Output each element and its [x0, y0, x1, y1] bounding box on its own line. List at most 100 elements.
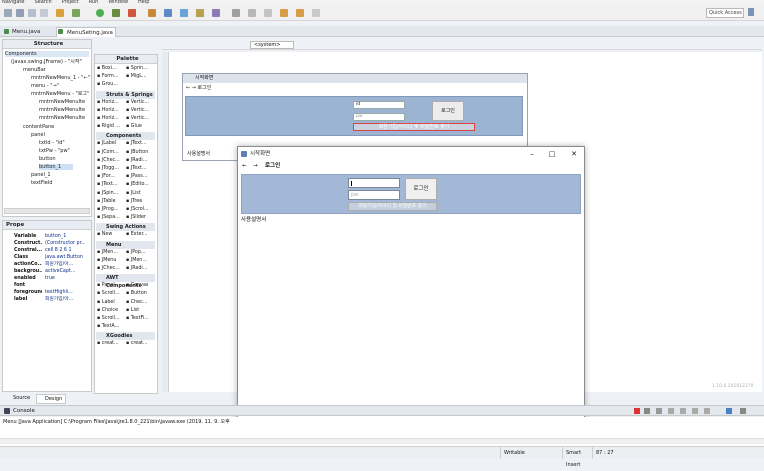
open-type-icon[interactable]: [196, 9, 204, 17]
maximize-button[interactable]: □: [544, 148, 560, 160]
tab-menu-java[interactable]: Menu.java: [2, 27, 54, 37]
prop-row[interactable]: actionCo... 회원가입/아...: [5, 261, 91, 268]
palette-item[interactable]: ▪ creat...: [97, 341, 119, 347]
new-package-icon[interactable]: [164, 9, 172, 17]
tree-contentpane[interactable]: contentPane: [23, 124, 54, 130]
palette-item[interactable]: ▪ JScrol...: [126, 207, 149, 213]
tab-menuseting-java[interactable]: MenuSeting.java: [56, 27, 116, 37]
palette-item[interactable]: ▪ Canvas: [126, 283, 148, 289]
tree-txtid[interactable]: txtId - "id": [39, 140, 65, 146]
menu-login-item[interactable]: 로그인: [265, 161, 280, 172]
minimize-button[interactable]: –: [524, 148, 540, 160]
palette-item[interactable]: ▪ MigL...: [126, 74, 147, 80]
clear-console-icon[interactable]: [656, 408, 662, 414]
designer-form-menubar[interactable]: ← → 로그인: [186, 84, 211, 91]
back-icon[interactable]: [280, 9, 288, 17]
app-id-field[interactable]: [348, 178, 400, 188]
palette-item[interactable]: ▪ JRadi...: [126, 266, 147, 272]
palette-item[interactable]: ▪ creat...: [126, 341, 148, 347]
menu-forward-item[interactable]: →: [253, 161, 258, 172]
pin-icon[interactable]: [312, 9, 320, 17]
palette-item[interactable]: ▪ Choice: [97, 308, 118, 314]
prop-row[interactable]: enabled true: [5, 275, 91, 282]
palette-item[interactable]: ▪ Glue: [126, 124, 142, 130]
palette-item[interactable]: ▪ Horiz...: [97, 100, 119, 106]
annotation-icon[interactable]: [232, 9, 240, 17]
tree-button[interactable]: button: [39, 156, 56, 162]
palette-item[interactable]: ▪ Panel: [97, 283, 115, 289]
tree-mntmnewmenu-1[interactable]: mntmNewMenu_1 - "←": [31, 75, 90, 81]
run-icon[interactable]: [96, 9, 104, 17]
open-console-icon[interactable]: [726, 408, 732, 414]
prop-row[interactable]: Constrai... cell 8 2 6 1: [5, 247, 91, 254]
tab-design[interactable]: Design: [36, 394, 66, 404]
palette-item[interactable]: ▪ Vertic...: [126, 100, 149, 106]
app-text-area[interactable]: 사용설명서: [241, 216, 581, 431]
tree-textfield[interactable]: textField: [31, 180, 52, 186]
tree-jframe[interactable]: (javax.swing.JFrame) - "시작": [11, 59, 82, 65]
display-console-icon[interactable]: [704, 408, 710, 414]
palette-item[interactable]: ▪ JButton: [126, 150, 148, 156]
tree-menu[interactable]: menu - "→": [31, 83, 59, 89]
palette-item[interactable]: ▪ Form...: [97, 74, 118, 80]
save-all-icon[interactable]: [28, 9, 36, 17]
tree-panel-1[interactable]: panel_1: [31, 172, 51, 178]
palette-item[interactable]: ▪ Vertic...: [126, 108, 149, 114]
save-icon[interactable]: [16, 9, 24, 17]
search-icon[interactable]: [212, 9, 220, 17]
palette-item[interactable]: ▪ Scroll...: [97, 291, 120, 297]
prop-row[interactable]: foreground textHighli...: [5, 289, 91, 296]
scroll-lock-icon[interactable]: [668, 408, 674, 414]
palette-item[interactable]: ▪ Sprin...: [126, 66, 148, 72]
designer-pw-field[interactable]: pw: [353, 113, 405, 121]
pin-console-icon[interactable]: [692, 408, 698, 414]
print-icon[interactable]: [40, 9, 48, 17]
app-pw-field[interactable]: pw: [348, 190, 400, 200]
tab-source[interactable]: Source: [5, 394, 33, 402]
prop-row[interactable]: label 회원가입/아...: [5, 296, 91, 303]
tree-menubar[interactable]: menuBar: [23, 67, 46, 73]
palette-item[interactable]: ▪ JFor...: [97, 174, 115, 180]
external-tools-icon[interactable]: [128, 9, 136, 17]
palette-item[interactable]: ▪ JTogg...: [97, 166, 119, 172]
palette-item[interactable]: ▪ JMen...: [97, 250, 118, 256]
palette-item[interactable]: ▪ TextA...: [97, 324, 119, 330]
new-icon[interactable]: [4, 9, 12, 17]
palette-item[interactable]: ▪ Exter...: [126, 232, 148, 238]
prop-row[interactable]: Class java.awt.Button: [5, 254, 91, 261]
next-annotation-icon[interactable]: [248, 9, 256, 17]
tree-button-1[interactable]: button_1: [39, 164, 73, 170]
prop-row[interactable]: font: [5, 282, 91, 289]
designer-id-field[interactable]: id: [353, 101, 405, 109]
palette-item[interactable]: ▪ JRadi...: [126, 158, 147, 164]
tree-menuitem[interactable]: mntmNewMenuIte: [39, 99, 85, 105]
designer-login-button[interactable]: 로그인: [432, 101, 464, 121]
new-class-icon[interactable]: [180, 9, 188, 17]
palette-item[interactable]: ▪ Vertic...: [126, 116, 149, 122]
quick-access-input[interactable]: Quick Access: [706, 8, 744, 18]
palette-item[interactable]: ▪ JList: [126, 191, 141, 197]
palette-item[interactable]: ▪ Chec...: [126, 300, 147, 306]
prop-row[interactable]: backgrou... activeCapt...: [5, 268, 91, 275]
debug-icon[interactable]: [72, 9, 80, 17]
palette-item[interactable]: ▪ JMen...: [126, 258, 147, 264]
tree-menuitem[interactable]: mntmNewMenuIte: [39, 115, 85, 121]
palette-item[interactable]: ▪ List: [126, 308, 139, 314]
palette-item[interactable]: ▪ JMenu: [97, 258, 116, 264]
app-join-button[interactable]: 회원가입/아이디 및 비밀번호 찾기: [348, 202, 437, 211]
palette-item[interactable]: ▪ JEdito...: [126, 182, 149, 188]
palette-item[interactable]: ▪ JSpin...: [97, 191, 118, 197]
palette-item[interactable]: ▪ JLabel: [97, 141, 116, 147]
palette-item[interactable]: ▪ JText...: [97, 182, 117, 188]
tree-txtpw[interactable]: txtPw - "pw": [39, 148, 70, 154]
palette-item[interactable]: ▪ Horiz...: [97, 116, 119, 122]
structure-scrollbar[interactable]: [4, 208, 90, 214]
palette-item[interactable]: ▪ Button: [126, 291, 147, 297]
palette-item[interactable]: ▪ Grou...: [97, 82, 118, 88]
palette-item[interactable]: ▪ JTable: [97, 199, 116, 205]
forward-icon[interactable]: [296, 9, 304, 17]
palette-section[interactable]: XGoodies: [96, 332, 155, 341]
palette-item[interactable]: ▪ JSepa...: [97, 215, 120, 221]
palette-section[interactable]: Struts & Springs: [96, 90, 155, 99]
palette-item[interactable]: ▪ JPop...: [126, 250, 145, 256]
